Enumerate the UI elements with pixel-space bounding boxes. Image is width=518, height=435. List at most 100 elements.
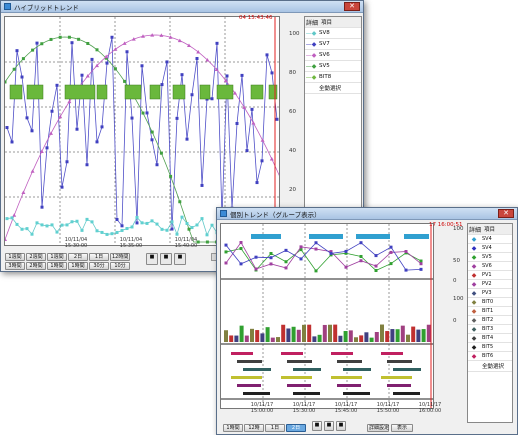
item-list-2: 詳細 項目 ◆ SV4 ◆ SV4 ◆ SV5 ◆ SV6 ◆ PV1 ◆ PV2 ◆ PV3 ◆ BIT0 ◆… xyxy=(467,223,513,423)
close-button-2[interactable]: ✕ xyxy=(498,209,514,218)
time-clock: 15:35:00 xyxy=(119,243,143,249)
item-label: SV8 xyxy=(319,30,330,36)
item-row-2[interactable]: ◆ SV6 xyxy=(468,262,512,271)
range-button[interactable]: 1時間 xyxy=(68,262,88,270)
item-row-2[interactable]: ◆ SV5 xyxy=(468,253,512,262)
range-button[interactable]: 30分 xyxy=(89,262,109,270)
individual-trend-window: 個別トレンド（グループ表示） ✕ 17 16:00:51 100 50 0 100 0 … xyxy=(216,207,518,435)
item-row-2[interactable]: ◆ SV4 xyxy=(468,244,512,253)
range-button-2[interactable]: 2日 xyxy=(286,424,306,432)
range-button[interactable]: 10分 xyxy=(110,262,130,270)
time-clock-2: 15:45:00 xyxy=(334,408,358,414)
item-label-2: BIT6 xyxy=(482,353,494,359)
item-row[interactable]: —◆ SV5 xyxy=(305,61,361,72)
header-detail-2: 詳細 xyxy=(468,226,481,234)
item-swatch-icon: —◆ xyxy=(305,29,317,37)
header-item-2: 項目 xyxy=(484,227,496,233)
item-label: BIT8 xyxy=(319,74,332,80)
item-label-2: SV4 xyxy=(482,245,492,251)
item-swatch-icon-2: ◆ xyxy=(471,298,477,306)
item-row-2[interactable]: ◆ BIT0 xyxy=(468,298,512,307)
time-clock-2: 15:00:00 xyxy=(250,408,274,414)
item-swatch-icon-2: ◆ xyxy=(471,244,477,252)
range-button[interactable]: 2日 xyxy=(68,253,88,261)
item-swatch-icon-2: ◆ xyxy=(471,352,477,360)
save-icon-2[interactable]: ■ xyxy=(312,421,322,431)
item-row[interactable]: —◆ SV7 xyxy=(305,39,361,50)
y-tick-label: 80 xyxy=(289,70,296,76)
item-swatch-icon-2: ◆ xyxy=(471,289,477,297)
close-button[interactable]: ✕ xyxy=(344,2,360,11)
nav-button[interactable]: 表示 xyxy=(391,424,413,432)
item-row-2[interactable]: ◆ PV2 xyxy=(468,280,512,289)
item-row-2[interactable]: ◆ BIT2 xyxy=(468,316,512,325)
range-button[interactable]: 1日 xyxy=(89,253,109,261)
item-list-header: 詳細 項目 xyxy=(305,17,361,28)
item-label-2: PV3 xyxy=(482,290,492,296)
item-swatch-icon-2: ◆ xyxy=(471,262,477,270)
item-swatch-icon-2: ◆ xyxy=(471,271,477,279)
header-item: 項目 xyxy=(321,20,333,26)
copy-icon-2[interactable]: ■ xyxy=(336,421,346,431)
all-select-label: 全動選択 xyxy=(319,86,342,92)
item-row-2[interactable]: ◆ BIT3 xyxy=(468,325,512,334)
item-row[interactable]: —◆ SV6 xyxy=(305,50,361,61)
item-label-2: PV2 xyxy=(482,281,492,287)
item-row[interactable]: —◆ SV8 xyxy=(305,28,361,39)
window-icon-2 xyxy=(220,210,227,217)
range-button[interactable]: 3時間 xyxy=(5,262,25,270)
item-label: SV7 xyxy=(319,41,330,47)
all-select-item[interactable]: 全動選択 xyxy=(305,83,361,94)
item-swatch-icon: —◆ xyxy=(305,51,317,59)
print-icon-2[interactable]: ■ xyxy=(324,421,334,431)
y-tick-label: 40 xyxy=(289,148,296,154)
y-tick-label: 20 xyxy=(289,187,296,193)
item-swatch-icon-2: ◆ xyxy=(471,325,477,333)
item-row-2[interactable]: ◆ PV3 xyxy=(468,289,512,298)
range-button[interactable]: 12時間 xyxy=(110,253,130,261)
item-label-2: SV6 xyxy=(482,263,492,269)
range-button[interactable]: 2週間 xyxy=(26,253,46,261)
range-button[interactable]: 1週間 xyxy=(5,253,25,261)
range-button[interactable]: 1時間 xyxy=(47,262,67,270)
item-swatch-icon-2: ◆ xyxy=(471,343,477,351)
all-select-item-2[interactable]: 全動選択 xyxy=(468,361,512,372)
item-swatch-icon: —◆ xyxy=(305,40,317,48)
item-label-2: BIT0 xyxy=(482,299,494,305)
item-label-2: BIT3 xyxy=(482,326,494,332)
print-icon[interactable]: ■ xyxy=(160,253,172,265)
item-swatch-icon-2: ◆ xyxy=(471,235,477,243)
range-button-2[interactable]: 1日 xyxy=(265,424,285,432)
y-tick-label: 100 xyxy=(289,31,300,37)
item-row-2[interactable]: ◆ PV1 xyxy=(468,271,512,280)
range-button[interactable]: 1週間 xyxy=(47,253,67,261)
time-clock-2: 16:00:00 xyxy=(418,408,442,414)
y-tick-label-2: 0 xyxy=(453,278,457,284)
item-label-2: BIT2 xyxy=(482,317,494,323)
nav-button[interactable]: 詳細設定 xyxy=(367,424,389,432)
time-clock-2: 15:30:00 xyxy=(292,408,316,414)
item-row-2[interactable]: ◆ BIT5 xyxy=(468,343,512,352)
item-swatch-icon-2: ◆ xyxy=(471,307,477,315)
item-row-2[interactable]: ◆ BIT1 xyxy=(468,307,512,316)
range-button[interactable]: 2時間 xyxy=(26,262,46,270)
range-button-2[interactable]: 1時間 xyxy=(223,424,243,432)
copy-icon[interactable]: ■ xyxy=(174,253,186,265)
y-tick-label-2: 0 xyxy=(453,318,457,324)
item-row[interactable]: —◆ BIT8 xyxy=(305,72,361,83)
trend-plot-2[interactable] xyxy=(220,223,434,409)
range-button-2[interactable]: 12時 xyxy=(244,424,264,432)
window-title-2: 個別トレンド（グループ表示） xyxy=(230,210,321,219)
all-select-label-2: 全動選択 xyxy=(482,364,505,370)
time-clock: 15:30:00 xyxy=(64,243,88,249)
save-icon[interactable]: ■ xyxy=(146,253,158,265)
item-label-2: SV5 xyxy=(482,254,492,260)
window-icon xyxy=(4,3,11,10)
item-swatch-icon: —◆ xyxy=(305,62,317,70)
item-swatch-icon: —◆ xyxy=(305,73,317,81)
item-row-2[interactable]: ◆ SV4 xyxy=(468,235,512,244)
item-label-2: SV4 xyxy=(482,236,492,242)
item-row-2[interactable]: ◆ BIT4 xyxy=(468,334,512,343)
item-row-2[interactable]: ◆ BIT6 xyxy=(468,352,512,361)
item-label-2: BIT5 xyxy=(482,344,494,350)
